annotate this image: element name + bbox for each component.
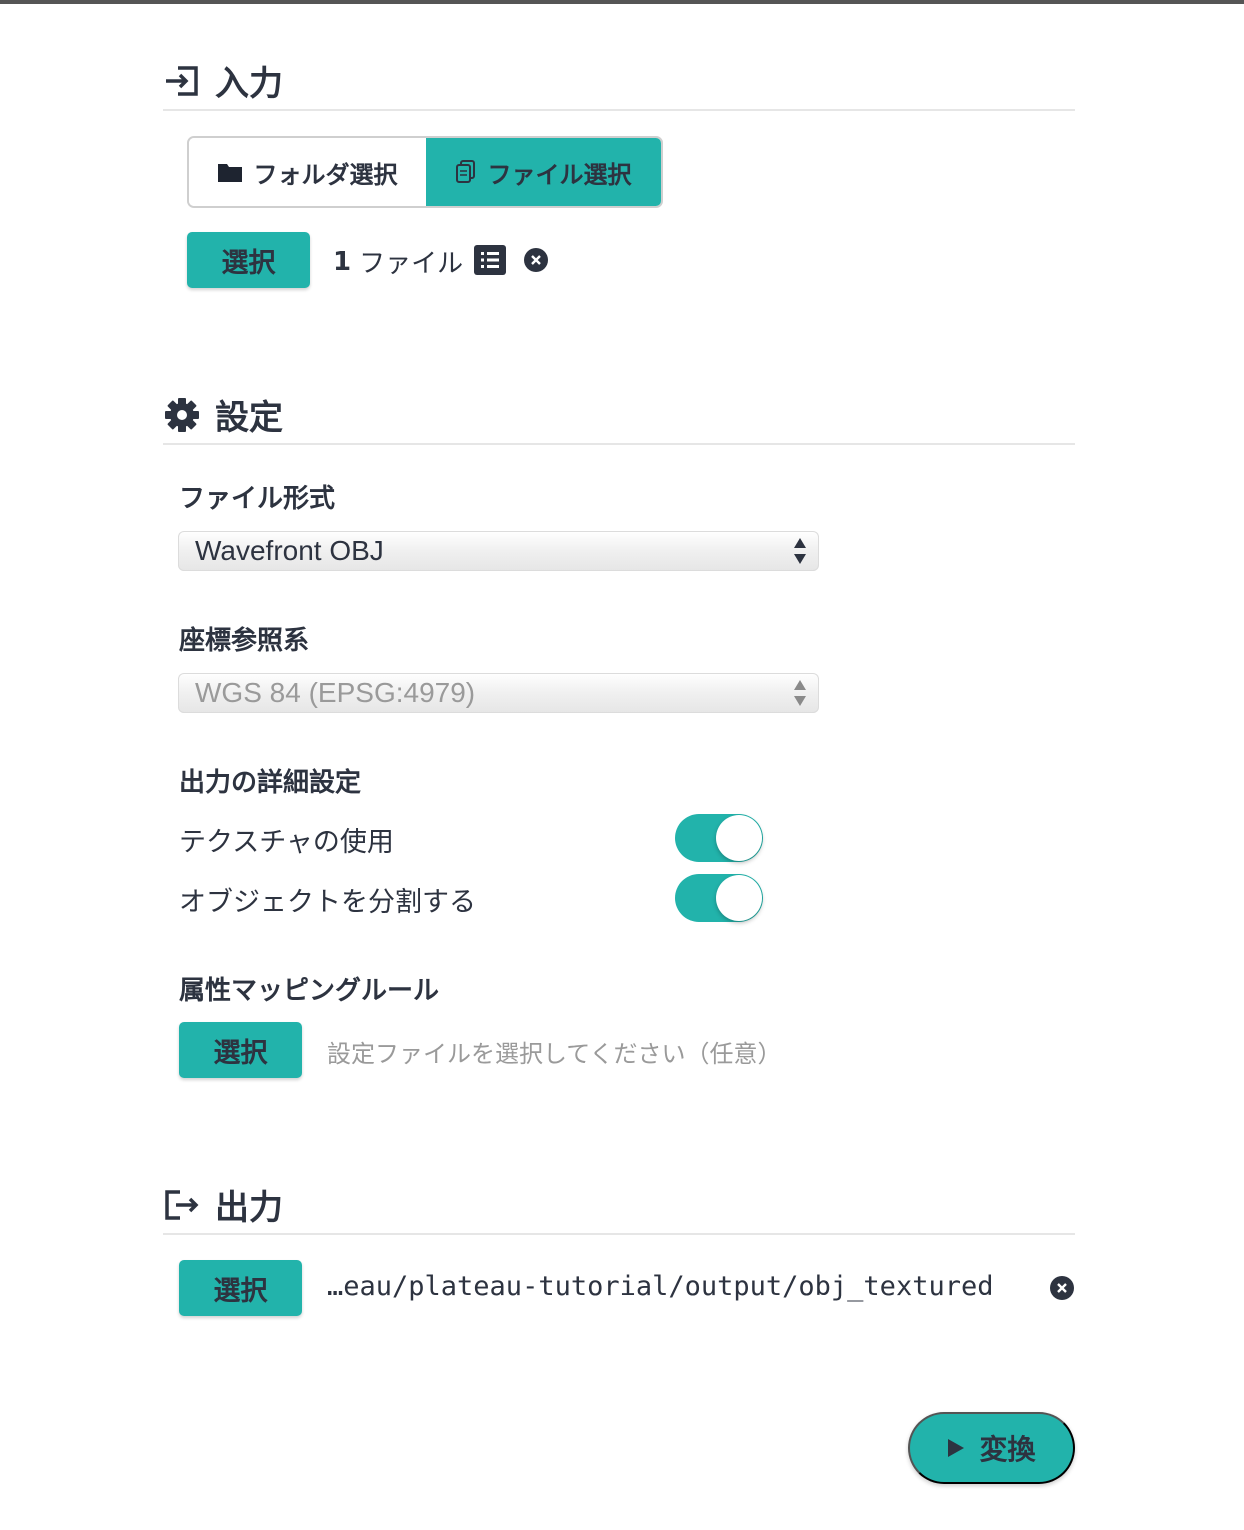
select-arrows-icon [793, 537, 807, 572]
input-title-text: 入力 [215, 64, 283, 104]
mapping-rule-label: 属性マッピングルール [179, 976, 440, 1006]
sign-out-icon [163, 1186, 201, 1224]
clear-files-icon[interactable] [524, 248, 548, 272]
file-count-number: 1 [333, 246, 352, 277]
split-object-toggle-switch[interactable] [675, 874, 763, 922]
file-copy-icon [455, 160, 476, 184]
file-format-select[interactable]: Wavefront OBJ [178, 531, 819, 571]
folder-icon [217, 162, 242, 182]
file-format-label: ファイル形式 [179, 484, 336, 514]
settings-title-text: 設定 [215, 398, 283, 438]
folder-select-mode-button[interactable]: フォルダ選択 [189, 138, 426, 206]
settings-divider [163, 443, 1075, 445]
file-list-icon[interactable] [474, 245, 506, 275]
file-select-mode-label: ファイル選択 [487, 160, 632, 189]
input-divider [163, 109, 1075, 111]
file-format-value: Wavefront OBJ [195, 535, 384, 566]
sign-in-icon [163, 62, 201, 100]
crs-value: WGS 84 (EPSG:4979) [195, 677, 476, 708]
window-top-border [0, 0, 1244, 4]
mapping-select-button[interactable]: 選択 [179, 1022, 302, 1078]
gear-icon [163, 396, 201, 434]
input-section-title: 入力 [163, 56, 283, 105]
convert-button-label: 変換 [979, 1434, 1036, 1465]
crs-select[interactable]: WGS 84 (EPSG:4979) [178, 673, 819, 713]
output-select-button[interactable]: 選択 [179, 1260, 302, 1316]
settings-section-title: 設定 [163, 390, 283, 439]
file-count: 1 ファイル [333, 243, 463, 280]
output-section-title: 出力 [163, 1180, 283, 1229]
split-object-toggle-label: オブジェクトを分割する [179, 887, 476, 918]
mapping-placeholder-text: 設定ファイルを選択してください（任意） [327, 1040, 782, 1068]
input-select-button[interactable]: 選択 [187, 232, 310, 288]
texture-toggle-label: テクスチャの使用 [179, 827, 394, 858]
convert-button[interactable]: 変換 [908, 1412, 1075, 1484]
file-select-mode-button[interactable]: ファイル選択 [426, 138, 661, 206]
select-arrows-icon [793, 679, 807, 714]
advanced-settings-label: 出力の詳細設定 [179, 768, 362, 798]
output-path-text: …eau/plateau-tutorial/output/obj_texture… [327, 1271, 994, 1302]
crs-label: 座標参照系 [179, 626, 310, 656]
play-icon [947, 1438, 965, 1458]
toggle-knob [716, 875, 762, 921]
toggle-knob [716, 815, 762, 861]
folder-select-mode-label: フォルダ選択 [253, 160, 398, 189]
input-mode-toggle: フォルダ選択 ファイル選択 [187, 136, 663, 208]
texture-toggle-switch[interactable] [675, 814, 763, 862]
file-count-unit: ファイル [359, 249, 464, 279]
output-title-text: 出力 [215, 1188, 283, 1228]
output-divider [163, 1233, 1075, 1235]
clear-output-icon[interactable] [1050, 1276, 1074, 1300]
